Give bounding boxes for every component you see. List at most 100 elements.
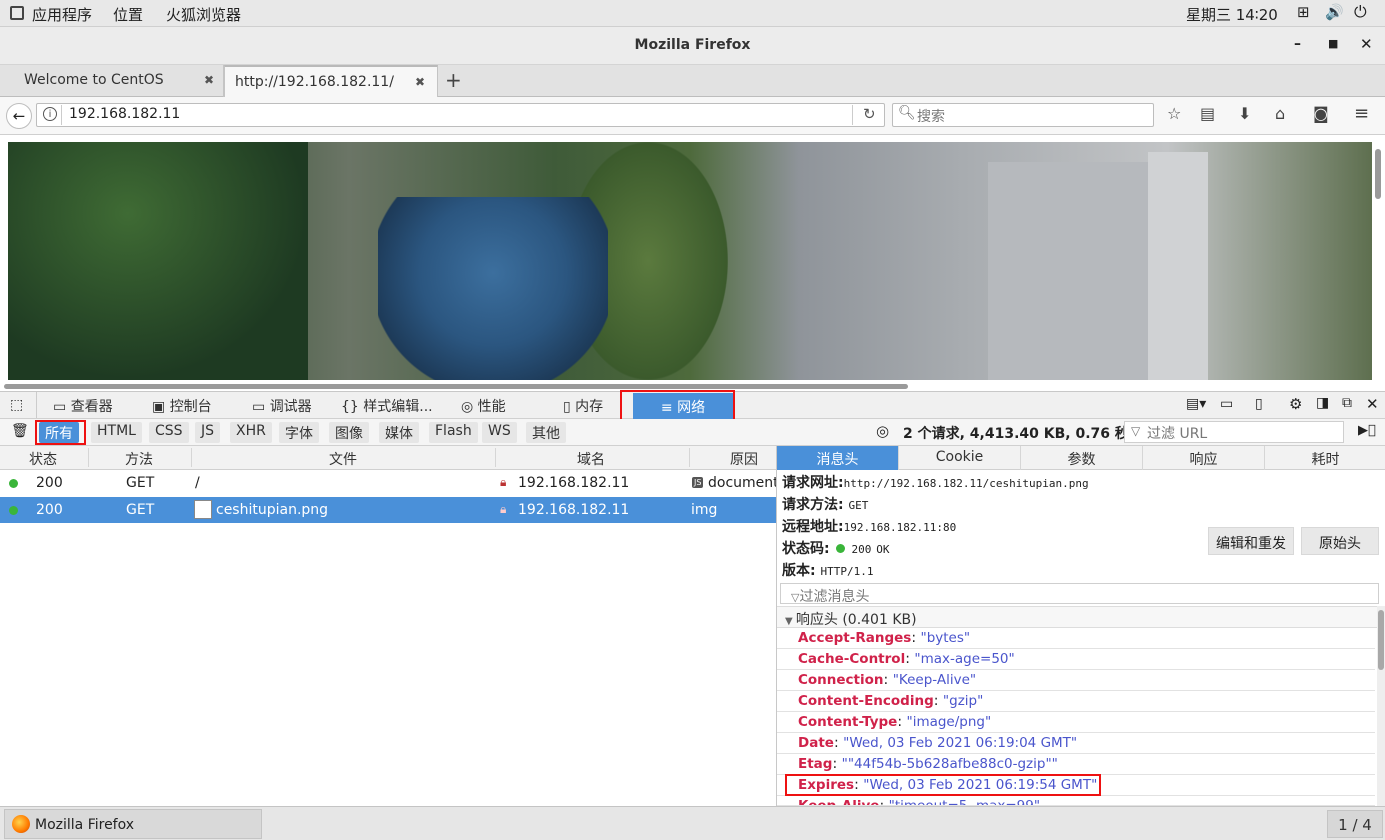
network-filter-bar: 🗑︎ 所有 HTML CSS JS XHR 字体 图像 媒体 Flash WS … bbox=[0, 419, 1385, 446]
details-tab-cookie[interactable]: Cookie bbox=[899, 446, 1021, 470]
devtools-tab-style-editor[interactable]: {} 样式编辑... bbox=[341, 396, 433, 418]
insecure-lock-icon: 🔒︎ bbox=[500, 475, 507, 489]
tab-welcome[interactable]: Welcome to CentOS ✖ bbox=[0, 65, 224, 97]
response-headers-section[interactable]: ▼ 响应头 (0.401 KB) bbox=[777, 606, 1377, 628]
col-method[interactable]: 方法 bbox=[125, 449, 153, 469]
edit-resend-button[interactable]: 编辑和重发 bbox=[1208, 527, 1294, 555]
col-domain[interactable]: 域名 bbox=[577, 449, 605, 469]
menu-places[interactable]: 位置 bbox=[113, 4, 143, 25]
devtools-tab-debugger[interactable]: ▭ 调试器 bbox=[252, 396, 312, 418]
request-row-selected[interactable]: 200 GET ceshitupian.png 🔒︎ 192.168.182.1… bbox=[0, 497, 776, 523]
power-icon[interactable]: ⏻ bbox=[1354, 2, 1367, 22]
minimize-icon[interactable]: – bbox=[1294, 36, 1301, 52]
network-icon[interactable]: ⊞ bbox=[1297, 3, 1310, 21]
details-scrollbar[interactable] bbox=[1377, 606, 1385, 806]
performance-analysis-icon[interactable]: ◎ bbox=[876, 422, 889, 440]
page-horizontal-scrollbar[interactable] bbox=[4, 384, 908, 389]
filter-js[interactable]: JS bbox=[195, 422, 221, 443]
col-status[interactable]: 状态 bbox=[29, 449, 57, 469]
library-icon[interactable]: ▤ bbox=[1200, 104, 1215, 123]
details-tab-params[interactable]: 参数 bbox=[1021, 446, 1143, 470]
responsive-icon[interactable]: ▯ bbox=[1255, 396, 1263, 412]
split-console-icon[interactable]: ▭ bbox=[1220, 396, 1233, 412]
undock-icon[interactable]: ⧉ bbox=[1342, 395, 1352, 411]
header-row[interactable]: Content-Encoding: "gzip" bbox=[777, 691, 1375, 712]
hamburger-menu-icon[interactable]: ≡ bbox=[1354, 103, 1369, 124]
details-tab-headers[interactable]: 消息头 bbox=[777, 446, 899, 470]
info-icon[interactable]: i bbox=[43, 107, 57, 121]
dock-side-icon[interactable]: ◨ bbox=[1316, 395, 1329, 411]
filter-other[interactable]: 其他 bbox=[526, 422, 566, 443]
url-text[interactable]: 192.168.182.11 bbox=[69, 106, 180, 122]
filter-url-input[interactable]: ▽ 过滤 URL bbox=[1124, 421, 1344, 443]
filter-media[interactable]: 媒体 bbox=[379, 422, 419, 443]
window-titlebar: Mozilla Firefox – ■ ✕ bbox=[0, 27, 1385, 65]
js-badge-icon: JS bbox=[692, 477, 704, 488]
row-method: GET bbox=[126, 475, 155, 491]
window-title: Mozilla Firefox bbox=[634, 37, 751, 53]
details-tab-timings[interactable]: 耗时 bbox=[1265, 446, 1385, 470]
col-file[interactable]: 文件 bbox=[329, 449, 357, 469]
reload-icon[interactable]: ↻ bbox=[863, 105, 876, 123]
bookmark-star-icon[interactable]: ☆ bbox=[1167, 104, 1181, 123]
menu-firefox[interactable]: 火狐浏览器 bbox=[166, 4, 241, 25]
request-list-header: 状态 方法 文件 域名 原因 bbox=[0, 446, 776, 470]
details-tab-response[interactable]: 响应 bbox=[1143, 446, 1265, 470]
taskbar-item-firefox[interactable]: Mozilla Firefox bbox=[4, 809, 262, 839]
clear-trash-icon[interactable]: 🗑︎ bbox=[11, 423, 29, 439]
header-row[interactable]: Accept-Ranges: "bytes" bbox=[777, 628, 1375, 649]
filter-ws[interactable]: WS bbox=[482, 422, 517, 443]
volume-icon[interactable]: 🔊 bbox=[1325, 3, 1344, 21]
back-icon[interactable]: ← bbox=[6, 103, 32, 129]
close-devtools-icon[interactable]: ✕ bbox=[1366, 395, 1379, 413]
layout-icon[interactable]: ▤▾ bbox=[1186, 396, 1206, 412]
close-window-icon[interactable]: ✕ bbox=[1360, 35, 1373, 53]
raw-headers-button[interactable]: 原始头 bbox=[1301, 527, 1379, 555]
funnel-icon: ▽ bbox=[1131, 424, 1141, 438]
filter-flash[interactable]: Flash bbox=[429, 422, 478, 443]
close-tab-icon[interactable]: ✖ bbox=[415, 75, 425, 89]
inspector-icon: ▭ bbox=[53, 399, 71, 415]
devtools-tab-inspector[interactable]: ▭ 查看器 bbox=[53, 396, 113, 418]
filter-images[interactable]: 图像 bbox=[329, 422, 369, 443]
menu-applications[interactable]: 应用程序 bbox=[32, 4, 92, 25]
request-url[interactable]: http://192.168.182.11/ceshitupian.png bbox=[844, 477, 1089, 490]
filter-xhr[interactable]: XHR bbox=[230, 422, 272, 443]
request-row[interactable]: 200 GET / 🔒︎ 192.168.182.11 JS document bbox=[0, 470, 779, 496]
url-bar[interactable]: i 192.168.182.11 ↻ bbox=[36, 103, 885, 127]
filter-css[interactable]: CSS bbox=[149, 422, 189, 443]
header-row[interactable]: Cache-Control: "max-age=50" bbox=[777, 649, 1375, 670]
filter-fonts[interactable]: 字体 bbox=[279, 422, 319, 443]
row-status: 200 bbox=[36, 502, 63, 518]
col-cause[interactable]: 原因 bbox=[730, 449, 758, 469]
header-row[interactable]: Date: "Wed, 03 Feb 2021 06:19:04 GMT" bbox=[777, 733, 1375, 754]
browser-tab-bar: Welcome to CentOS ✖ http://192.168.182.1… bbox=[0, 65, 1385, 97]
header-row[interactable]: Content-Type: "image/png" bbox=[777, 712, 1375, 733]
page-vertical-scrollbar[interactable] bbox=[1375, 149, 1381, 199]
maximize-icon[interactable]: ■ bbox=[1328, 37, 1338, 50]
header-row[interactable]: Etag: ""44f54b-5b628afbe88c0-gzip"" bbox=[777, 754, 1375, 775]
search-box[interactable]: 🔍︎ 搜索 bbox=[892, 103, 1154, 127]
system-clock[interactable]: 星期三 14∶20 bbox=[1186, 4, 1278, 25]
devtools-tab-memory[interactable]: ▯ 内存 bbox=[563, 396, 603, 418]
tab-current[interactable]: http://192.168.182.11/ ✖ bbox=[224, 65, 438, 97]
highlight-filter-all bbox=[35, 420, 86, 445]
devtools-tab-performance[interactable]: ◎ 性能 bbox=[461, 396, 506, 418]
request-details-panel: 消息头 Cookie 参数 响应 耗时 请求网址:http://192.168.… bbox=[776, 446, 1385, 806]
settings-gear-icon[interactable]: ⚙ bbox=[1289, 395, 1302, 413]
toggle-sidebar-icon[interactable]: ▶⃞ bbox=[1358, 423, 1376, 438]
devtools-tab-console[interactable]: ▣ 控制台 bbox=[152, 396, 212, 418]
new-tab-icon[interactable]: + bbox=[445, 68, 462, 92]
header-row[interactable]: Connection: "Keep-Alive" bbox=[777, 670, 1375, 691]
close-tab-icon[interactable]: ✖ bbox=[204, 73, 214, 87]
pocket-icon[interactable]: ◙ bbox=[1313, 104, 1329, 123]
download-icon[interactable]: ⬇ bbox=[1238, 104, 1251, 123]
workspace-pager[interactable]: 1 / 4 bbox=[1327, 810, 1383, 838]
highlight-expires-header bbox=[785, 774, 1101, 796]
home-icon[interactable]: ⌂ bbox=[1275, 104, 1285, 123]
header-row[interactable]: Keep-Alive: "timeout=5, max=99" bbox=[777, 796, 1375, 806]
filter-html[interactable]: HTML bbox=[91, 422, 142, 443]
tab-label: Welcome to CentOS bbox=[24, 72, 164, 88]
element-picker-icon[interactable]: ⬚ bbox=[10, 397, 23, 413]
filter-headers-input[interactable]: ▽过滤消息头 bbox=[780, 583, 1379, 605]
